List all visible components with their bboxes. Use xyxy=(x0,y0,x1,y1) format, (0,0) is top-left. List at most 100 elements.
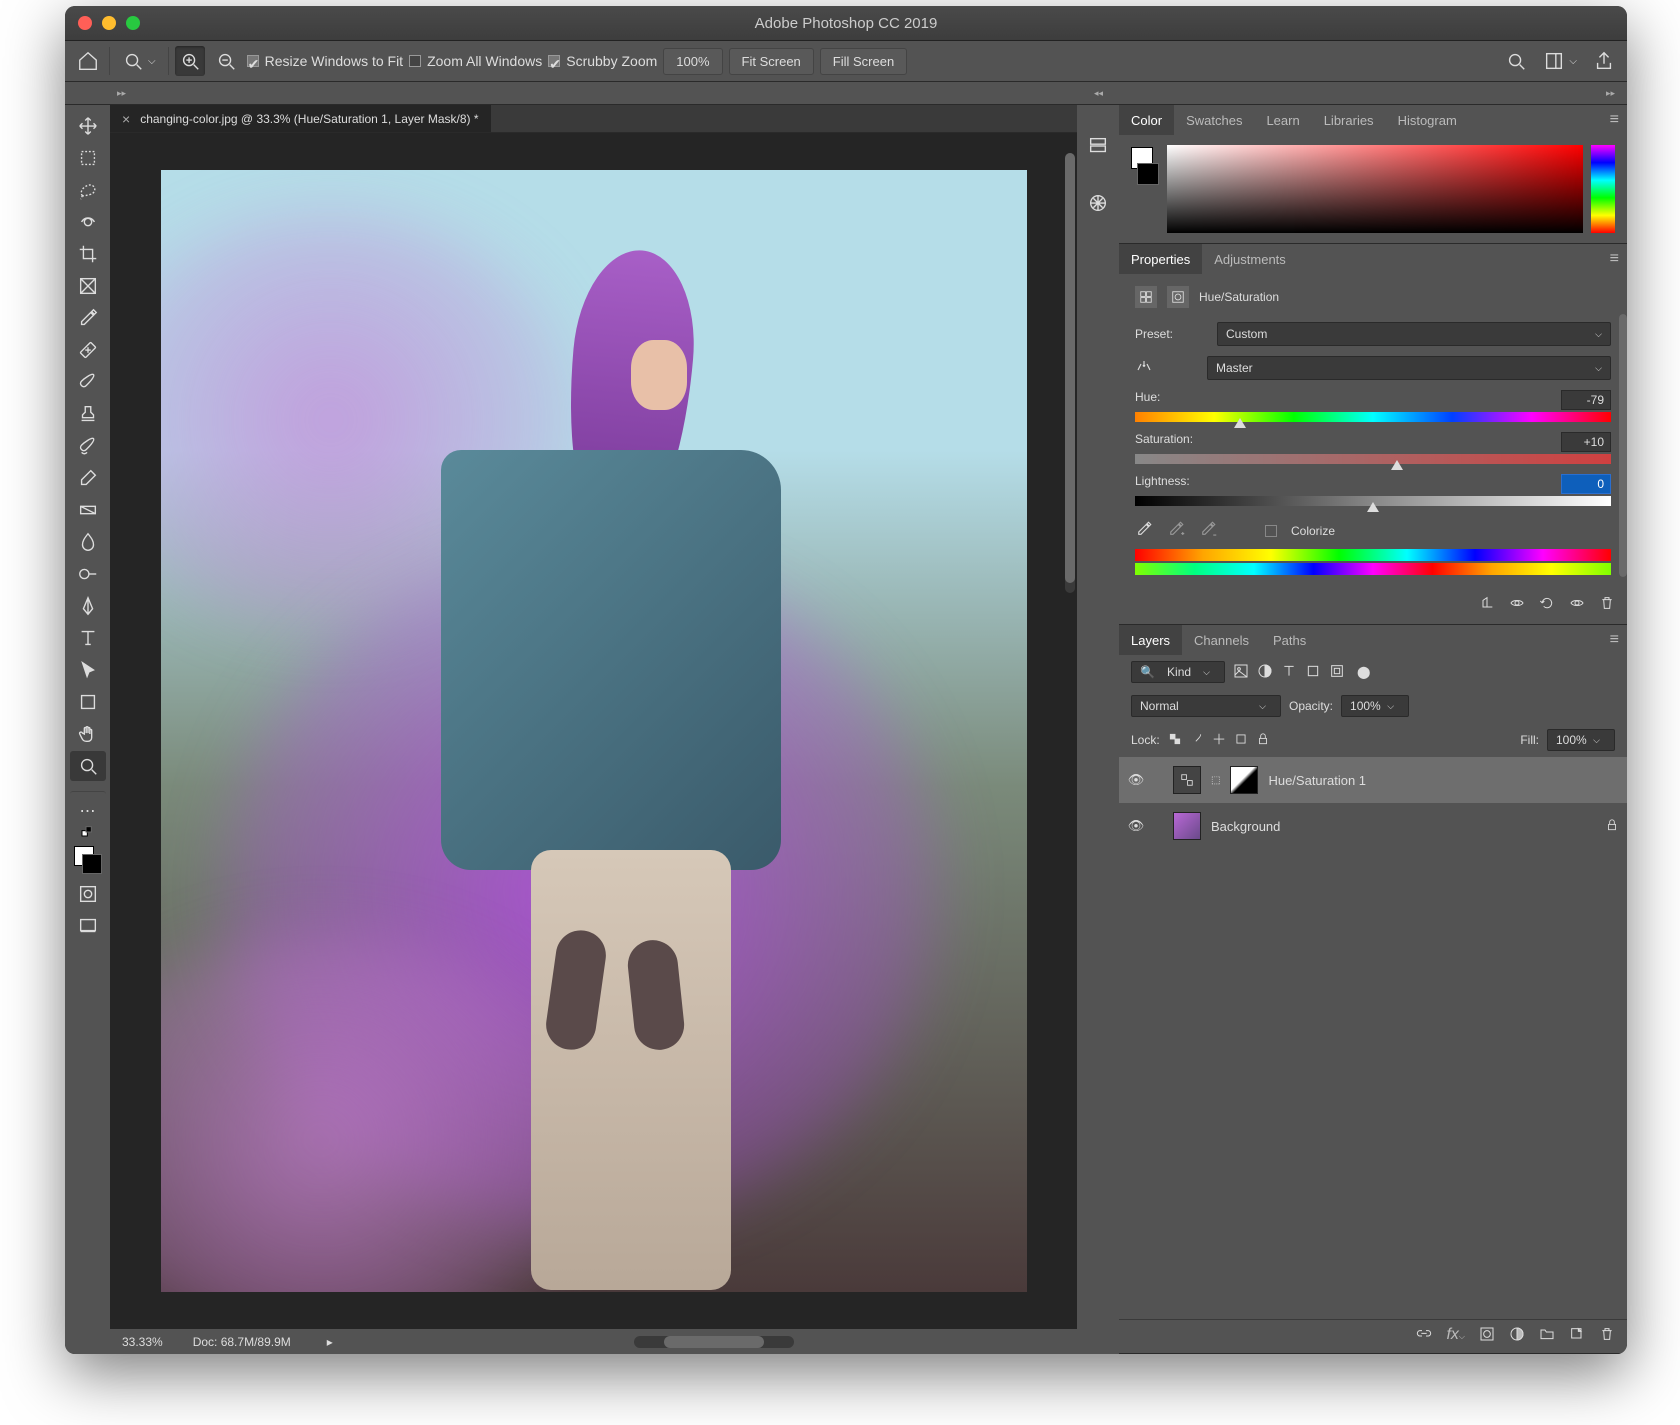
horizontal-scrollbar[interactable] xyxy=(634,1336,794,1348)
filter-image-icon[interactable] xyxy=(1233,663,1249,682)
clip-to-layer-icon[interactable] xyxy=(1479,595,1495,616)
zoom-100-button[interactable]: 100% xyxy=(663,48,722,75)
resize-windows-checkbox[interactable]: ✔Resize Windows to Fit xyxy=(247,53,403,69)
document-tab[interactable]: × changing-color.jpg @ 33.3% (Hue/Satura… xyxy=(110,105,491,132)
eyedropper-tool[interactable] xyxy=(70,303,106,333)
scrubby-zoom-checkbox[interactable]: ✔Scrubby Zoom xyxy=(548,53,657,69)
link-mask-icon[interactable]: ⬚ xyxy=(1211,775,1220,786)
lock-artboard-icon[interactable] xyxy=(1234,732,1248,749)
path-select-tool[interactable] xyxy=(70,655,106,685)
lightness-value[interactable]: 0 xyxy=(1561,474,1611,494)
tab-libraries[interactable]: Libraries xyxy=(1312,105,1386,135)
hue-value[interactable]: -79 xyxy=(1561,390,1611,410)
layer-thumb[interactable] xyxy=(1173,812,1201,840)
tab-layers[interactable]: Layers xyxy=(1119,625,1182,655)
close-button[interactable] xyxy=(78,16,92,30)
reset-icon[interactable] xyxy=(1539,595,1555,616)
background-swatch[interactable] xyxy=(1137,163,1159,185)
gradient-tool[interactable] xyxy=(70,495,106,525)
eyedropper-icon[interactable] xyxy=(1135,520,1153,541)
blur-tool[interactable] xyxy=(70,527,106,557)
workspace-dropdown[interactable]: ⌵ xyxy=(1537,46,1583,76)
visibility-icon[interactable] xyxy=(1569,595,1585,616)
frame-tool[interactable] xyxy=(70,271,106,301)
targeted-adjust-icon[interactable] xyxy=(1135,358,1159,379)
filter-type-icon[interactable] xyxy=(1281,663,1297,682)
healing-tool[interactable] xyxy=(70,335,106,365)
new-adjustment-icon[interactable] xyxy=(1509,1326,1525,1347)
visibility-toggle[interactable]: 👁 xyxy=(1127,772,1145,788)
opacity-input[interactable]: 100%⌵ xyxy=(1341,695,1409,717)
saturation-value-field[interactable] xyxy=(1167,145,1583,233)
move-tool[interactable] xyxy=(70,111,106,141)
layer-filter-dropdown[interactable]: 🔍Kind⌵ xyxy=(1131,661,1225,683)
tab-histogram[interactable]: Histogram xyxy=(1386,105,1469,135)
lock-pixels-icon[interactable] xyxy=(1190,732,1204,749)
lightness-slider[interactable] xyxy=(1135,496,1611,512)
zoom-out-button[interactable] xyxy=(211,46,241,76)
minimize-button[interactable] xyxy=(102,16,116,30)
filter-smart-icon[interactable] xyxy=(1329,663,1345,682)
brush-tool[interactable] xyxy=(70,367,106,397)
lock-icon[interactable] xyxy=(1605,818,1619,835)
crop-tool[interactable] xyxy=(70,239,106,269)
saturation-slider[interactable] xyxy=(1135,454,1611,470)
layer-row[interactable]: 👁 Background xyxy=(1119,803,1627,849)
output-spectrum[interactable] xyxy=(1135,563,1611,575)
colorize-checkbox[interactable] xyxy=(1265,525,1277,537)
canvas[interactable] xyxy=(110,133,1077,1329)
pen-tool[interactable] xyxy=(70,591,106,621)
foreground-background-colors[interactable] xyxy=(70,843,106,877)
quick-mask-toggle[interactable] xyxy=(70,879,106,909)
layer-style-icon[interactable]: fx⌵ xyxy=(1446,1326,1465,1347)
zoom-tool[interactable] xyxy=(70,751,106,781)
tab-paths[interactable]: Paths xyxy=(1261,625,1318,655)
edit-toolbar[interactable]: ⋯ xyxy=(70,791,106,821)
tab-color[interactable]: Color xyxy=(1119,105,1174,135)
layer-name[interactable]: Hue/Saturation 1 xyxy=(1268,773,1366,788)
input-spectrum[interactable] xyxy=(1135,549,1611,561)
layers-panel-menu[interactable]: ≡ xyxy=(1602,631,1627,649)
status-arrow-icon[interactable]: ▸ xyxy=(327,1335,333,1349)
channel-dropdown[interactable]: Master⌵ xyxy=(1207,356,1611,380)
trash-icon[interactable] xyxy=(1599,595,1615,616)
swap-colors-icon[interactable] xyxy=(70,823,106,841)
properties-scrollbar[interactable] xyxy=(1619,314,1627,577)
tab-swatches[interactable]: Swatches xyxy=(1174,105,1254,135)
properties-panel-menu[interactable]: ≡ xyxy=(1602,250,1627,268)
adjustment-thumb[interactable] xyxy=(1173,766,1201,794)
link-layers-icon[interactable] xyxy=(1416,1326,1432,1347)
fit-screen-button[interactable]: Fit Screen xyxy=(729,48,814,75)
tool-preset-dropdown[interactable]: ⌵ xyxy=(116,46,162,76)
eraser-tool[interactable] xyxy=(70,463,106,493)
new-layer-icon[interactable] xyxy=(1569,1326,1585,1347)
canvas-scrollbar[interactable] xyxy=(1065,153,1075,593)
saturation-value[interactable]: +10 xyxy=(1561,432,1611,452)
fill-input[interactable]: 100%⌵ xyxy=(1547,729,1615,751)
search-button[interactable] xyxy=(1501,46,1531,76)
hue-slider[interactable] xyxy=(1135,412,1611,428)
stamp-tool[interactable] xyxy=(70,399,106,429)
maximize-button[interactable] xyxy=(126,16,140,30)
dodge-tool[interactable] xyxy=(70,559,106,589)
eyedropper-plus-icon[interactable] xyxy=(1167,520,1185,541)
filter-adjust-icon[interactable] xyxy=(1257,663,1273,682)
delete-layer-icon[interactable] xyxy=(1599,1326,1615,1347)
layer-mask-icon[interactable] xyxy=(1167,286,1189,308)
history-panel-icon[interactable] xyxy=(1087,135,1109,162)
blend-mode-dropdown[interactable]: Normal⌵ xyxy=(1131,695,1281,717)
lock-transparency-icon[interactable] xyxy=(1168,732,1182,749)
lock-position-icon[interactable] xyxy=(1212,732,1226,749)
home-button[interactable] xyxy=(73,46,103,76)
visibility-toggle[interactable]: 👁 xyxy=(1127,818,1145,834)
fill-screen-button[interactable]: Fill Screen xyxy=(820,48,907,75)
history-brush-tool[interactable] xyxy=(70,431,106,461)
share-button[interactable] xyxy=(1589,46,1619,76)
hand-tool[interactable] xyxy=(70,719,106,749)
tab-learn[interactable]: Learn xyxy=(1254,105,1311,135)
layer-name[interactable]: Background xyxy=(1211,819,1280,834)
new-group-icon[interactable] xyxy=(1539,1326,1555,1347)
eyedropper-minus-icon[interactable] xyxy=(1199,520,1217,541)
hue-bar[interactable] xyxy=(1591,145,1615,233)
quick-select-tool[interactable] xyxy=(70,207,106,237)
